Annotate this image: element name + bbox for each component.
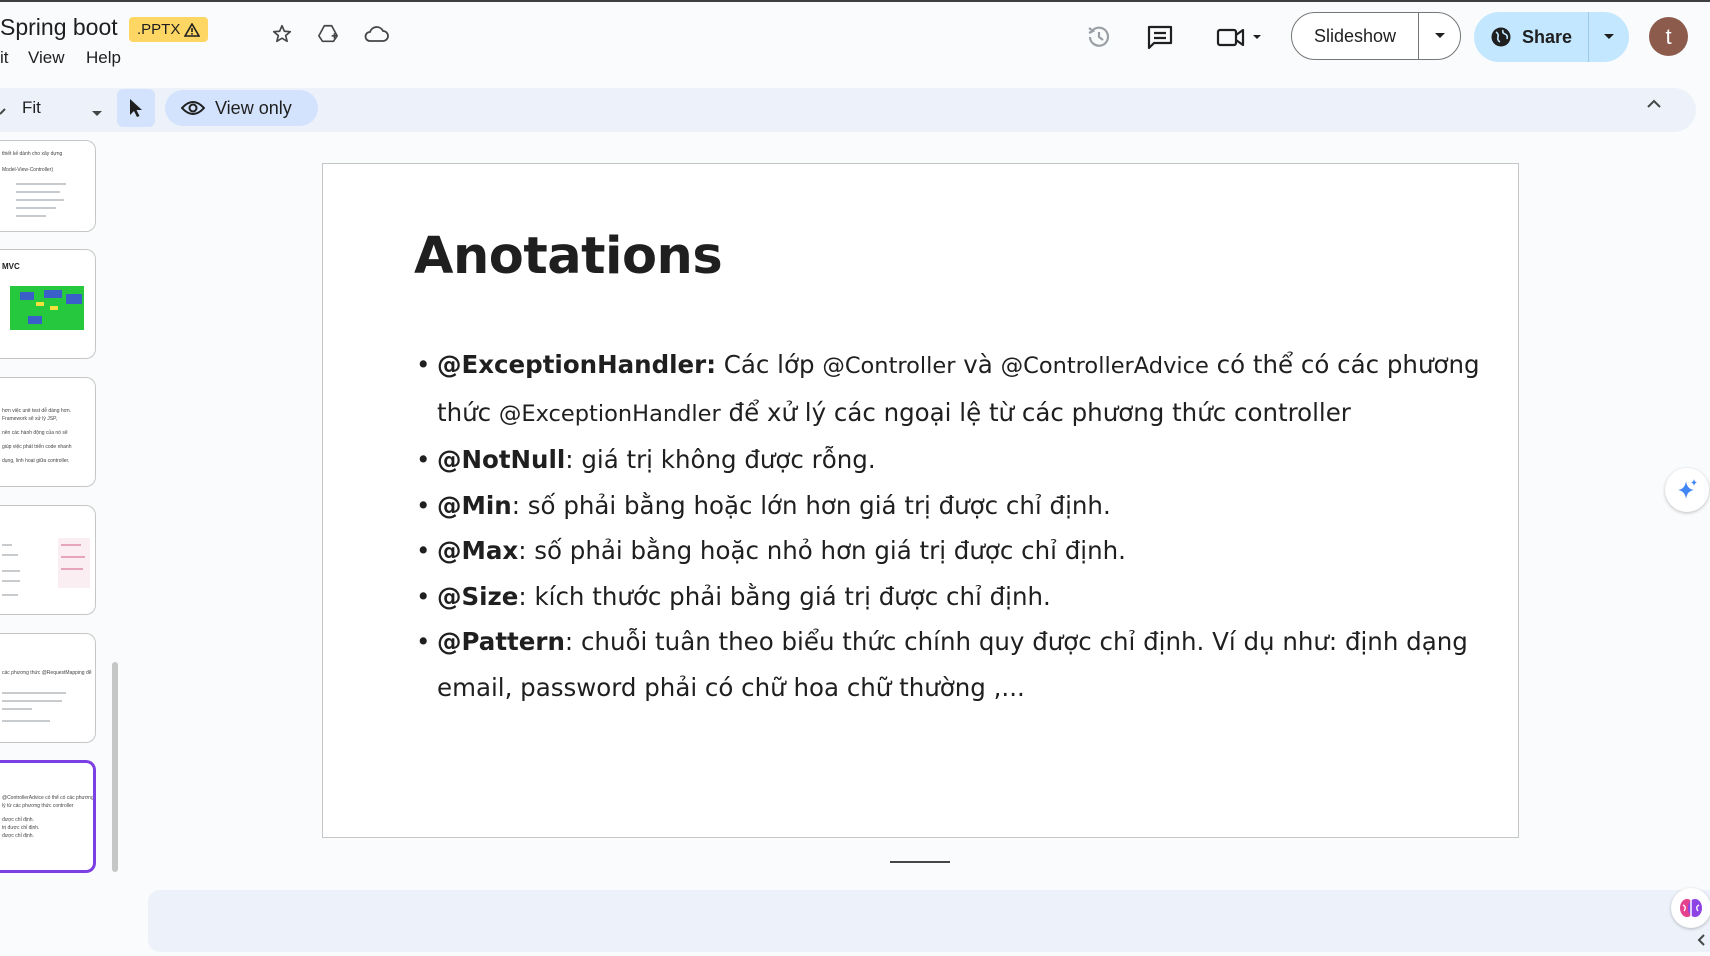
bullet-text: : số phải bằng hoặc nhỏ hơn giá trị được…: [518, 536, 1126, 565]
slide-thumbnail-6-selected[interactable]: @ControllerAdvice có thể có các phương l…: [0, 760, 96, 873]
view-only-label: View only: [215, 97, 292, 118]
zoom-select-value[interactable]: Fit: [22, 98, 41, 118]
bullet-keyword: @Min: [437, 490, 512, 520]
extension-brain-icon[interactable]: [1671, 888, 1710, 928]
slide-thumbnail-4[interactable]: [0, 505, 96, 615]
menu-help[interactable]: Help: [86, 48, 121, 68]
slideshow-button[interactable]: Slideshow: [1291, 12, 1461, 60]
meet-call-icon[interactable]: [1212, 21, 1268, 53]
bullet-text: có thể có các phương: [1208, 350, 1480, 379]
notes-resize-handle[interactable]: [890, 861, 950, 863]
slide-thumbnail-3[interactable]: hơn việc unit test dễ dàng hơn. Framewor…: [0, 377, 96, 487]
slideshow-dropdown[interactable]: [1419, 13, 1460, 59]
thumbnail-text: Framework sẽ xử lý JSP,: [2, 416, 58, 422]
bullet-text: Các lớp: [716, 350, 823, 379]
thumbnail-text: nên các hành động của nó sẽ: [2, 430, 68, 436]
select-tool-button[interactable]: [117, 89, 155, 127]
bullet-keyword: @Max: [437, 536, 519, 565]
slide-title: Anotations: [414, 227, 723, 286]
thumbnail-diagram: [10, 286, 84, 330]
bullet-code: @ControllerAdvice: [1000, 353, 1209, 379]
bullet-keyword: @NotNull: [437, 445, 566, 474]
menu-edit[interactable]: it: [0, 48, 9, 68]
menu-view[interactable]: View: [28, 48, 65, 68]
thumbnail-text: được chỉ định.: [2, 817, 34, 823]
star-icon[interactable]: [266, 18, 298, 50]
thumbnail-text: được chỉ định.: [2, 833, 34, 839]
slide-bullet-list: @ExceptionHandler: Các lớp @Controller v…: [414, 342, 1494, 710]
bullet-min: @Min: số phải bằng hoặc lớn hơn giá trị …: [414, 483, 1494, 529]
thumbnail-text: các phương thức @RequestMapping để: [2, 670, 92, 676]
zoom-edge-icon[interactable]: [0, 102, 6, 116]
gemini-sparkle-icon[interactable]: [1665, 468, 1709, 512]
globe-icon: [1491, 27, 1511, 47]
side-panel-chevron-left-icon[interactable]: [1696, 933, 1706, 951]
caret-down-icon: [1604, 34, 1614, 39]
bullet-text: thức: [437, 397, 499, 427]
filmstrip-scrollbar[interactable]: [112, 662, 118, 872]
warning-icon: [184, 22, 201, 37]
slide-thumbnail-5[interactable]: các phương thức @RequestMapping để: [0, 633, 96, 743]
thumbnail-text: lý từ các phương thức controller: [2, 803, 74, 809]
document-title[interactable]: Spring boot: [0, 14, 118, 41]
thumbnail-text: Model-View-Controller): [2, 167, 54, 173]
window-top-border: [0, 0, 1710, 2]
file-format-badge[interactable]: .PPTX: [129, 17, 209, 42]
thumbnail-text: trị được chỉ định.: [2, 825, 40, 831]
bullet-text: : số phải bằng hoặc lớn hơn giá trị được…: [511, 490, 1111, 520]
eye-icon: [181, 101, 205, 115]
bullet-pattern: @Pattern: chuỗi tuân theo biểu thức chín…: [414, 619, 1494, 710]
thumbnail-text: giúp việc phát triển code nhanh: [2, 444, 72, 450]
file-format-label: .PPTX: [137, 21, 181, 38]
share-main[interactable]: Share: [1474, 12, 1589, 62]
bullet-keyword: @ExceptionHandler:: [437, 350, 717, 379]
cloud-saved-icon[interactable]: [360, 18, 392, 50]
speaker-notes-panel[interactable]: [148, 890, 1710, 952]
bullet-keyword: @Pattern: [437, 627, 565, 656]
thumbnail-code-block: [58, 538, 90, 588]
slide-thumbnail-2[interactable]: MVC: [0, 249, 96, 359]
bullet-notnull: @NotNull: giá trị không được rỗng.: [414, 437, 1494, 483]
collapse-toolbar-chevron-up-icon[interactable]: [1646, 96, 1662, 114]
bullet-text: : kích thước phải bằng giá trị được chỉ …: [518, 581, 1051, 611]
bullet-text: : giá trị không được rỗng.: [565, 445, 876, 474]
slide-thumbnail-1[interactable]: thiết kế dành cho xây dựng Model-View-Co…: [0, 140, 96, 232]
caret-down-icon: [1434, 33, 1445, 38]
thumbnail-text: thiết kế dành cho xây dựng: [2, 151, 63, 157]
bullet-code: @ExceptionHandler: [498, 400, 721, 427]
cursor-arrow-icon: [130, 99, 142, 117]
bullet-max: @Max: số phải bằng hoặc nhỏ hơn giá trị …: [414, 528, 1494, 574]
share-button[interactable]: Share: [1474, 12, 1629, 62]
thumbnail-text: dụng, linh hoạt giữa controller.: [2, 458, 70, 464]
share-dropdown[interactable]: [1589, 12, 1629, 62]
bullet-text: để xử lý các ngoại lệ từ các phương thức…: [720, 397, 1351, 427]
thumbnail-text: MVC: [2, 262, 20, 271]
bullet-text: : chuỗi tuân theo biểu thức chính quy đư…: [437, 627, 1468, 702]
bullet-exceptionhandler: @ExceptionHandler: Các lớp @Controller v…: [414, 342, 1494, 437]
bullet-code: @Controller: [822, 353, 956, 379]
comments-icon[interactable]: [1144, 21, 1176, 53]
slideshow-label[interactable]: Slideshow: [1292, 13, 1419, 59]
move-to-drive-icon[interactable]: [312, 18, 344, 50]
bullet-text: và: [955, 350, 1001, 379]
bullet-size: @Size: kích thước phải bằng giá trị được…: [414, 574, 1494, 620]
zoom-dropdown-icon[interactable]: [91, 105, 103, 123]
thumbnail-text: @ControllerAdvice có thể có các phương: [2, 795, 94, 801]
account-avatar[interactable]: t: [1649, 17, 1688, 56]
version-history-icon[interactable]: [1083, 21, 1115, 53]
share-label: Share: [1521, 26, 1573, 47]
thumbnail-text: hơn việc unit test dễ dàng hơn.: [2, 408, 72, 414]
bullet-keyword: @Size: [437, 581, 519, 611]
view-only-mode-button[interactable]: View only: [165, 90, 318, 126]
